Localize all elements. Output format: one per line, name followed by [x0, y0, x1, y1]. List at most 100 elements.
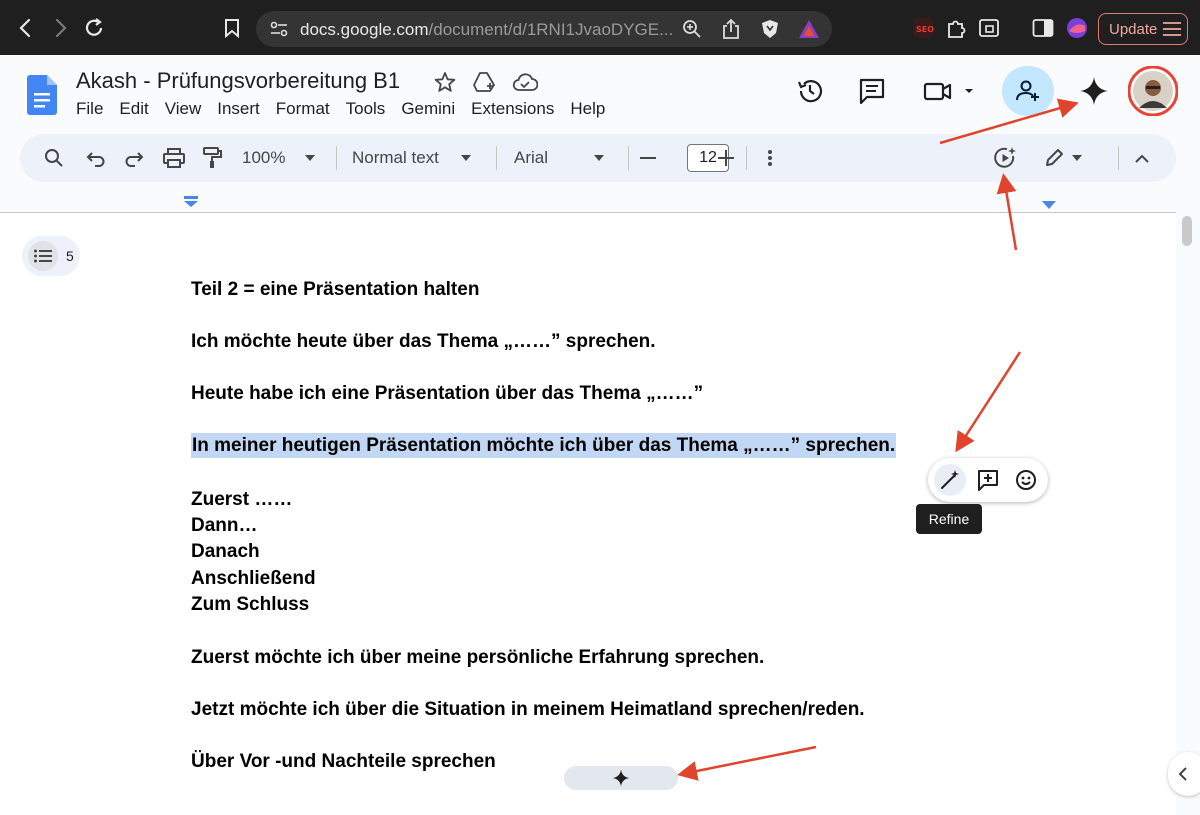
style-select[interactable]: Normal text — [352, 146, 480, 170]
chevron-down-icon — [1072, 155, 1082, 161]
extensions-icon[interactable] — [943, 15, 969, 41]
doc-paragraph[interactable]: Jetzt möchte ich über die Situation in m… — [191, 699, 865, 721]
zoom-select[interactable]: 100% — [242, 146, 322, 170]
share-person-icon — [1016, 80, 1039, 101]
refine-button[interactable] — [934, 464, 966, 496]
outline-list-icon — [28, 241, 58, 271]
cloud-saved-icon[interactable] — [512, 71, 538, 93]
gemini-icon[interactable] — [1078, 75, 1110, 107]
history-icon[interactable] — [794, 75, 826, 107]
forward-icon[interactable] — [46, 14, 74, 42]
screen: docs.google.com/document/d/1RNI1JvaoDYGE… — [0, 0, 1200, 815]
doc-heading[interactable]: Teil 2 = eine Präsentation halten — [191, 279, 479, 301]
font-select[interactable]: Arial — [514, 146, 610, 170]
url-text: docs.google.com/document/d/1RNI1JvaoDYGE… — [300, 20, 674, 39]
back-icon[interactable] — [12, 14, 40, 42]
doc-paragraph[interactable]: Zuerst möchte ich über meine persönliche… — [191, 647, 764, 669]
add-comment-icon — [978, 470, 998, 491]
refine-tooltip: Refine — [916, 504, 982, 534]
doc-paragraph[interactable]: Zum Schluss — [191, 594, 309, 616]
update-button[interactable]: Update — [1098, 13, 1188, 45]
comments-icon[interactable] — [856, 75, 888, 107]
brave-rewards-icon[interactable] — [798, 19, 820, 44]
zoom-icon[interactable] — [682, 19, 702, 44]
docs-header: Akash - Prüfungsvorbereitung B1 File Edi… — [0, 55, 1200, 135]
decrease-font-size-icon[interactable] — [638, 146, 658, 170]
doc-paragraph[interactable]: Zuerst …… — [191, 489, 292, 511]
doc-paragraph[interactable]: Anschließend — [191, 568, 316, 590]
menu-extensions[interactable]: Extensions — [471, 99, 563, 119]
undo-icon[interactable] — [84, 146, 108, 170]
formatting-toolbar: 100% Normal text Arial 12 — [20, 134, 1176, 182]
seo-extension-icon[interactable]: SEO — [910, 15, 936, 41]
address-bar[interactable]: docs.google.com/document/d/1RNI1JvaoDYGE… — [256, 11, 832, 47]
vertical-scrollbar[interactable] — [1176, 213, 1200, 815]
more-options-icon[interactable] — [760, 146, 780, 170]
toolbar-divider — [496, 146, 497, 170]
move-to-drive-icon[interactable] — [472, 71, 496, 93]
menu-edit[interactable]: Edit — [119, 99, 157, 119]
emoji-icon — [1016, 470, 1036, 490]
gemini-icon — [612, 769, 630, 787]
site-settings-icon[interactable] — [270, 21, 288, 42]
avatar[interactable] — [1128, 66, 1178, 116]
increase-font-size-icon[interactable] — [716, 146, 736, 170]
doc-paragraph[interactable]: Ich möchte heute über das Thema „……” spr… — [191, 331, 656, 353]
paint-format-icon[interactable] — [200, 146, 224, 170]
menu-help[interactable]: Help — [570, 99, 614, 119]
menu-tools[interactable]: Tools — [346, 99, 395, 119]
menu-icon — [1163, 22, 1182, 36]
menu-format[interactable]: Format — [276, 99, 339, 119]
toolbar-divider — [1118, 146, 1119, 170]
share-icon[interactable] — [722, 18, 740, 45]
chevron-down-icon — [460, 155, 471, 161]
bookmark-icon[interactable] — [218, 14, 246, 42]
left-indent-marker[interactable] — [183, 196, 199, 208]
reload-icon[interactable] — [80, 14, 108, 42]
right-indent-marker[interactable] — [1041, 200, 1057, 210]
search-icon[interactable] — [42, 146, 66, 170]
meet-button[interactable] — [922, 75, 978, 107]
doc-paragraph[interactable]: Über Vor -und Nachteile sprechen — [191, 751, 496, 773]
print-icon[interactable] — [162, 146, 186, 170]
doc-paragraph[interactable]: Danach — [191, 541, 260, 563]
profile-icon[interactable] — [1064, 15, 1090, 41]
selection-action-popup — [928, 458, 1048, 502]
toolbar-divider — [628, 146, 629, 170]
sidebar-icon[interactable] — [1030, 15, 1056, 41]
style-value: Normal text — [352, 148, 439, 167]
menu-view[interactable]: View — [165, 99, 211, 119]
reading-list-icon[interactable] — [976, 15, 1002, 41]
redo-icon[interactable] — [122, 146, 146, 170]
ai-video-icon[interactable] — [992, 146, 1018, 170]
collapse-menus-icon[interactable] — [1132, 146, 1152, 170]
brave-shield-icon[interactable] — [760, 19, 780, 44]
docs-logo-icon[interactable] — [24, 72, 60, 118]
selected-paragraph[interactable]: In meiner heutigen Präsentation möchte i… — [191, 433, 897, 458]
outline-count: 5 — [66, 248, 74, 264]
document-outline-button[interactable]: 5 — [22, 236, 80, 276]
star-icon[interactable] — [434, 71, 456, 93]
svg-text:SEO: SEO — [916, 25, 934, 34]
add-emoji-reaction-button[interactable] — [1010, 464, 1042, 496]
menu-gemini[interactable]: Gemini — [401, 99, 464, 119]
editing-mode-select[interactable] — [1044, 146, 1088, 170]
document-title[interactable]: Akash - Prüfungsvorbereitung B1 — [76, 68, 400, 94]
share-button[interactable] — [1002, 66, 1054, 116]
doc-paragraph[interactable]: Heute habe ich eine Präsentation über da… — [191, 383, 703, 405]
gemini-floating-button[interactable] — [564, 766, 678, 790]
add-comment-button[interactable] — [972, 464, 1004, 496]
chevron-left-icon — [1178, 767, 1187, 781]
toolbar-divider — [746, 146, 747, 170]
pencil-icon — [1046, 149, 1063, 166]
menu-file[interactable]: File — [76, 99, 112, 119]
side-panel-toggle[interactable] — [1168, 752, 1200, 796]
menu-bar: File Edit View Insert Format Tools Gemin… — [76, 99, 621, 119]
document-page[interactable] — [0, 213, 1176, 815]
menu-insert[interactable]: Insert — [217, 99, 269, 119]
zoom-value: 100% — [242, 148, 286, 167]
chevron-down-icon — [305, 155, 316, 161]
chevron-down-icon — [594, 155, 605, 161]
scrollbar-thumb[interactable] — [1182, 216, 1192, 246]
doc-paragraph[interactable]: Dann… — [191, 515, 258, 537]
